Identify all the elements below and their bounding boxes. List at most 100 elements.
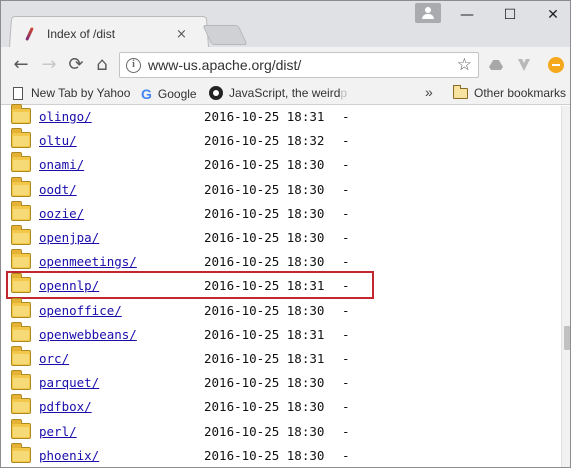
size: -	[342, 230, 350, 245]
scrollbar-thumb[interactable]	[564, 326, 570, 350]
size: -	[342, 254, 350, 270]
bookmark-new-tab-yahoo[interactable]: New Tab by Yahoo	[13, 86, 130, 100]
bookmarks-overflow-icon[interactable]: »	[425, 84, 433, 100]
directory-listing: olingo/2016-10-25 18:31- oltu/2016-10-25 …	[1, 104, 561, 467]
directory-link[interactable]: oodt/	[39, 182, 77, 197]
size: -	[342, 447, 350, 463]
last-modified: 2016-10-25 18:30	[204, 254, 325, 270]
listing-row: onami/2016-10-25 18:30 -	[1, 152, 561, 178]
directory-link[interactable]: perl/	[39, 424, 77, 439]
info-icon[interactable]: i	[126, 58, 141, 73]
directory-link[interactable]: openmeetings/	[39, 254, 137, 269]
last-modified: 2016-10-25 18:30	[204, 302, 325, 318]
folder-icon	[11, 442, 31, 463]
directory-link[interactable]: openwebbeans/	[39, 327, 137, 342]
directory-link[interactable]: oozie/	[39, 206, 84, 221]
url-text[interactable]: www-us.apache.org/dist/	[148, 57, 301, 73]
folder-icon	[11, 104, 31, 124]
listing-row: openmeetings/2016-10-25 18:30 -	[1, 249, 561, 275]
size: -	[342, 326, 350, 342]
last-modified: 2016-10-25 18:31	[204, 109, 325, 124]
bookmark-star-icon[interactable]: ☆	[457, 55, 472, 75]
apache-feather-icon	[23, 27, 35, 41]
last-modified: 2016-10-25 18:31	[204, 278, 325, 294]
folder-icon	[11, 346, 31, 366]
last-modified: 2016-10-25 18:30	[204, 157, 325, 173]
directory-link[interactable]: phoenix/	[39, 448, 99, 463]
bookmark-google[interactable]: G Google	[141, 86, 197, 102]
directory-link[interactable]: openoffice/	[39, 303, 122, 318]
directory-link[interactable]: olingo/	[39, 109, 92, 124]
last-modified: 2016-10-25 18:32	[204, 133, 325, 149]
folder-icon	[11, 200, 31, 221]
size: -	[342, 302, 350, 318]
size: -	[342, 351, 350, 366]
forward-button[interactable]: →	[38, 54, 60, 76]
last-modified: 2016-10-25 18:31	[204, 351, 325, 366]
directory-link[interactable]: parquet/	[39, 375, 99, 390]
size: -	[342, 375, 350, 391]
directory-link[interactable]: openjpa/	[39, 230, 99, 245]
folder-icon	[11, 176, 31, 197]
directory-link[interactable]: pdfbox/	[39, 399, 92, 414]
folder-icon	[11, 152, 31, 173]
minimize-button[interactable]: —	[452, 5, 482, 25]
size: -	[342, 109, 350, 124]
other-bookmarks[interactable]: Other bookmarks	[453, 84, 567, 100]
close-window-button[interactable]: ✕	[538, 5, 568, 25]
browser-toolbar: ← → ⟳ ⌂ i www-us.apache.org/dist/ ☆	[1, 47, 570, 83]
page-icon	[13, 86, 23, 100]
last-modified: 2016-10-25 18:30	[204, 399, 325, 415]
listing-row: openwebbeans/2016-10-25 18:31 -	[1, 321, 561, 348]
adblock-extension-icon[interactable]	[548, 57, 564, 73]
size: -	[342, 133, 350, 149]
listing-row: orc/2016-10-25 18:31 -	[1, 346, 561, 372]
last-modified: 2016-10-25 18:30	[204, 375, 325, 391]
last-modified: 2016-10-25 18:31	[204, 326, 325, 342]
folder-icon	[11, 249, 31, 270]
javascript-icon	[209, 86, 223, 100]
directory-link[interactable]: onami/	[39, 157, 84, 172]
listing-row: oodt/2016-10-25 18:30 -	[1, 176, 561, 203]
listing-row: olingo/2016-10-25 18:31 -	[1, 104, 561, 130]
folder-icon	[11, 225, 31, 245]
back-button[interactable]: ←	[10, 54, 32, 76]
listing-row: pdfbox/2016-10-25 18:30 -	[1, 394, 561, 420]
last-modified: 2016-10-25 18:30	[204, 423, 325, 439]
user-profile-icon[interactable]	[415, 3, 441, 23]
last-modified: 2016-10-25 18:30	[204, 181, 325, 197]
size: -	[342, 157, 350, 173]
folder-icon	[453, 84, 468, 99]
listing-row: oozie/2016-10-25 18:30 -	[1, 200, 561, 227]
size: -	[342, 205, 350, 221]
bookmark-label: New Tab by Yahoo	[31, 86, 131, 100]
bookmarks-bar: New Tab by Yahoo G Google JavaScript, th…	[1, 83, 570, 105]
directory-link[interactable]: oltu/	[39, 133, 77, 148]
reload-button[interactable]: ⟳	[65, 54, 87, 76]
folder-icon	[11, 321, 31, 342]
directory-link[interactable]: opennlp/	[39, 278, 99, 293]
size: -	[342, 278, 350, 294]
folder-icon	[11, 273, 31, 294]
listing-row: opennlp/2016-10-25 18:31 -	[1, 273, 561, 299]
bookmark-label: Google	[157, 87, 197, 101]
address-bar[interactable]: i www-us.apache.org/dist/ ☆	[119, 52, 479, 78]
home-button[interactable]: ⌂	[91, 54, 113, 76]
bookmark-javascript-weird[interactable]: JavaScript, the weird p	[209, 86, 347, 100]
title-bar: Index of /dist × — ☐ ✕	[1, 1, 570, 47]
listing-row: oltu/2016-10-25 18:32 -	[1, 128, 561, 154]
directory-link[interactable]: orc/	[39, 351, 69, 366]
listing-row: perl/2016-10-25 18:30 -	[1, 418, 561, 445]
folder-icon	[11, 128, 31, 149]
tab-title: Index of /dist	[47, 27, 116, 41]
listing-row: phoenix/2016-10-25 18:30 -	[1, 442, 561, 467]
maximize-button[interactable]: ☐	[495, 5, 525, 25]
listing-row: parquet/2016-10-25 18:30 -	[1, 370, 561, 396]
other-bookmarks-label: Other bookmarks	[474, 86, 567, 100]
folder-icon	[11, 394, 31, 415]
listing-row: openoffice/2016-10-25 18:30 -	[1, 297, 561, 324]
vertical-scrollbar[interactable]	[561, 106, 570, 467]
tab-close-icon[interactable]: ×	[176, 27, 187, 42]
google-drive-extension-icon[interactable]	[489, 58, 503, 72]
vuejs-extension-icon[interactable]	[517, 58, 531, 72]
